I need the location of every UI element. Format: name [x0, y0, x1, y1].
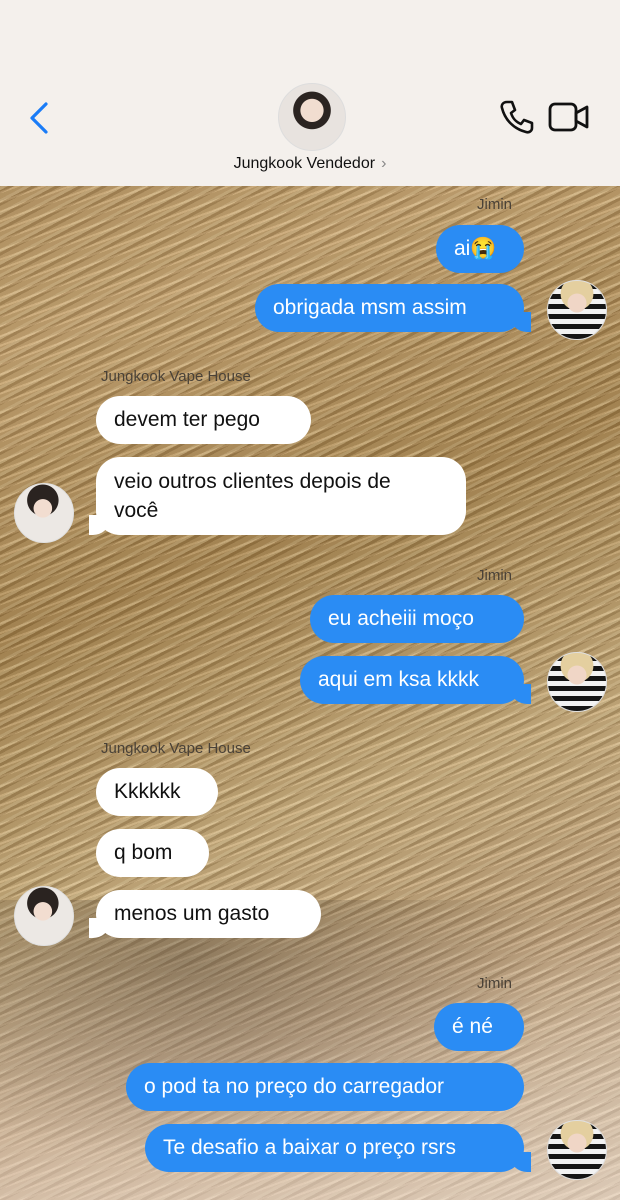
sender-label: Jimin — [477, 196, 513, 213]
chevron-left-icon[interactable] — [26, 100, 56, 136]
message-bubble-outgoing[interactable]: é né — [434, 1003, 524, 1051]
chat-header: Jungkook Vendedor › — [0, 0, 620, 186]
avatar — [547, 652, 607, 712]
contact-name-button[interactable]: Jungkook Vendedor › — [0, 155, 620, 173]
sender-label: Jimin — [477, 567, 513, 584]
message-bubble-incoming[interactable]: veio outros clientes depois de você — [89, 457, 466, 535]
avatar — [547, 280, 607, 340]
message-line: você — [114, 499, 159, 522]
message-bubble-outgoing[interactable]: o pod ta no preço do carregador — [126, 1063, 524, 1111]
chevron-right-icon: › — [381, 155, 387, 172]
message-bubble-incoming[interactable]: menos um gasto — [89, 890, 321, 938]
message-bubble-outgoing[interactable]: Te desafio a baixar o preço rsrs — [145, 1124, 531, 1172]
message-line: veio outros clientes depois de — [114, 470, 391, 493]
message-bubble-outgoing[interactable]: eu acheiii moço — [310, 595, 524, 643]
avatar — [547, 1120, 607, 1180]
message-bubble-outgoing[interactable]: obrigada msm assim — [255, 284, 531, 332]
phone-icon[interactable] — [498, 98, 536, 136]
avatar — [14, 886, 74, 946]
message-bubble-outgoing[interactable]: ai😭 — [436, 225, 524, 273]
contact-name: Jungkook Vendedor — [233, 155, 376, 172]
video-camera-icon[interactable] — [548, 100, 590, 134]
sender-label: Jimin — [477, 975, 513, 992]
message-bubble-incoming[interactable]: Kkkkkk — [96, 768, 218, 816]
contact-avatar[interactable] — [278, 83, 346, 151]
sender-label: Jungkook Vape House — [101, 368, 251, 385]
avatar — [14, 483, 74, 543]
message-bubble-incoming[interactable]: devem ter pego — [96, 396, 311, 444]
sender-label: Jungkook Vape House — [101, 740, 251, 757]
message-bubble-outgoing[interactable]: aqui em ksa kkkk — [300, 656, 531, 704]
message-bubble-incoming[interactable]: q bom — [96, 829, 209, 877]
